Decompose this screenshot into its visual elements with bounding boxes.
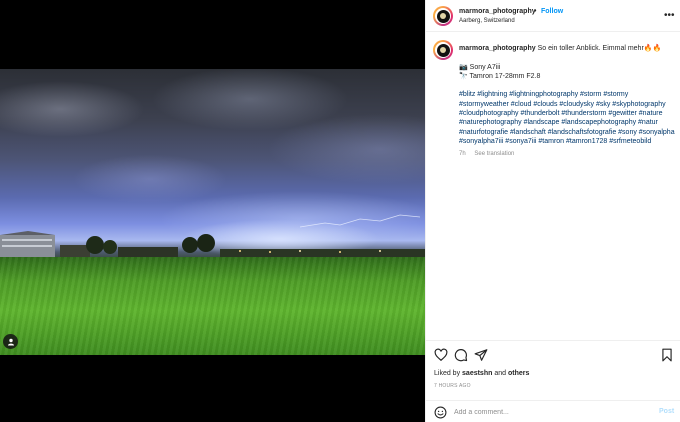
lens-line: 🔭 Tamron 17-28mm F2.8 xyxy=(459,72,541,80)
post-header: marmora_photography • Follow Aarberg, Sw… xyxy=(426,0,680,32)
user-icon xyxy=(7,338,14,345)
caption-text: So ein toller Anblick. Eimmal mehr🔥🔥 xyxy=(537,45,662,52)
comment-input[interactable] xyxy=(454,405,644,419)
likes-mid: and xyxy=(494,370,507,377)
author-username[interactable]: marmora_photography xyxy=(459,8,536,15)
others-link[interactable]: others xyxy=(508,370,529,377)
likes-prefix: Liked by xyxy=(434,370,461,377)
details-panel: marmora_photography • Follow Aarberg, Sw… xyxy=(425,0,680,422)
tagged-users-button[interactable] xyxy=(3,334,18,349)
liked-user-link[interactable]: saestshn xyxy=(462,370,492,377)
location-link[interactable]: Aarberg, Switzerland xyxy=(459,18,515,24)
caption-username[interactable]: marmora_photography xyxy=(459,45,536,52)
hashtags[interactable]: #blitz #lightning #lightningphotography … xyxy=(459,91,675,144)
comment-bar: Post xyxy=(426,400,680,422)
media-panel xyxy=(0,0,425,422)
action-bar: Liked by saestshn and others 7 HOURS AGO xyxy=(426,340,680,398)
separator-dot: • xyxy=(534,8,537,15)
emoji-icon[interactable] xyxy=(434,406,447,419)
follow-button[interactable]: Follow xyxy=(541,8,563,15)
post-comment-button[interactable]: Post xyxy=(659,408,674,415)
comment-icon[interactable] xyxy=(454,348,468,362)
post-dialog: marmora_photography • Follow Aarberg, Sw… xyxy=(0,0,680,422)
heart-icon[interactable] xyxy=(434,348,448,362)
bookmark-icon[interactable] xyxy=(660,348,674,362)
caption-age: 7h xyxy=(459,151,466,158)
caption-body: marmora_photography So ein toller Anblic… xyxy=(459,44,675,160)
caption-meta: 7h See translation xyxy=(459,150,675,159)
send-icon[interactable] xyxy=(474,348,488,362)
see-translation-link[interactable]: See translation xyxy=(474,151,514,157)
post-timestamp: 7 HOURS AGO xyxy=(434,383,471,389)
post-photo[interactable] xyxy=(0,69,425,355)
avatar[interactable] xyxy=(433,6,453,26)
more-options-icon[interactable]: ••• xyxy=(664,10,675,21)
likes-summary: Liked by saestshn and others xyxy=(434,370,529,377)
camera-line: 📷 Sony A7iii xyxy=(459,63,501,71)
town-skyline xyxy=(0,231,425,259)
caption: marmora_photography So ein toller Anblic… xyxy=(426,34,680,334)
grass-field xyxy=(0,257,425,355)
caption-avatar[interactable] xyxy=(433,40,453,60)
